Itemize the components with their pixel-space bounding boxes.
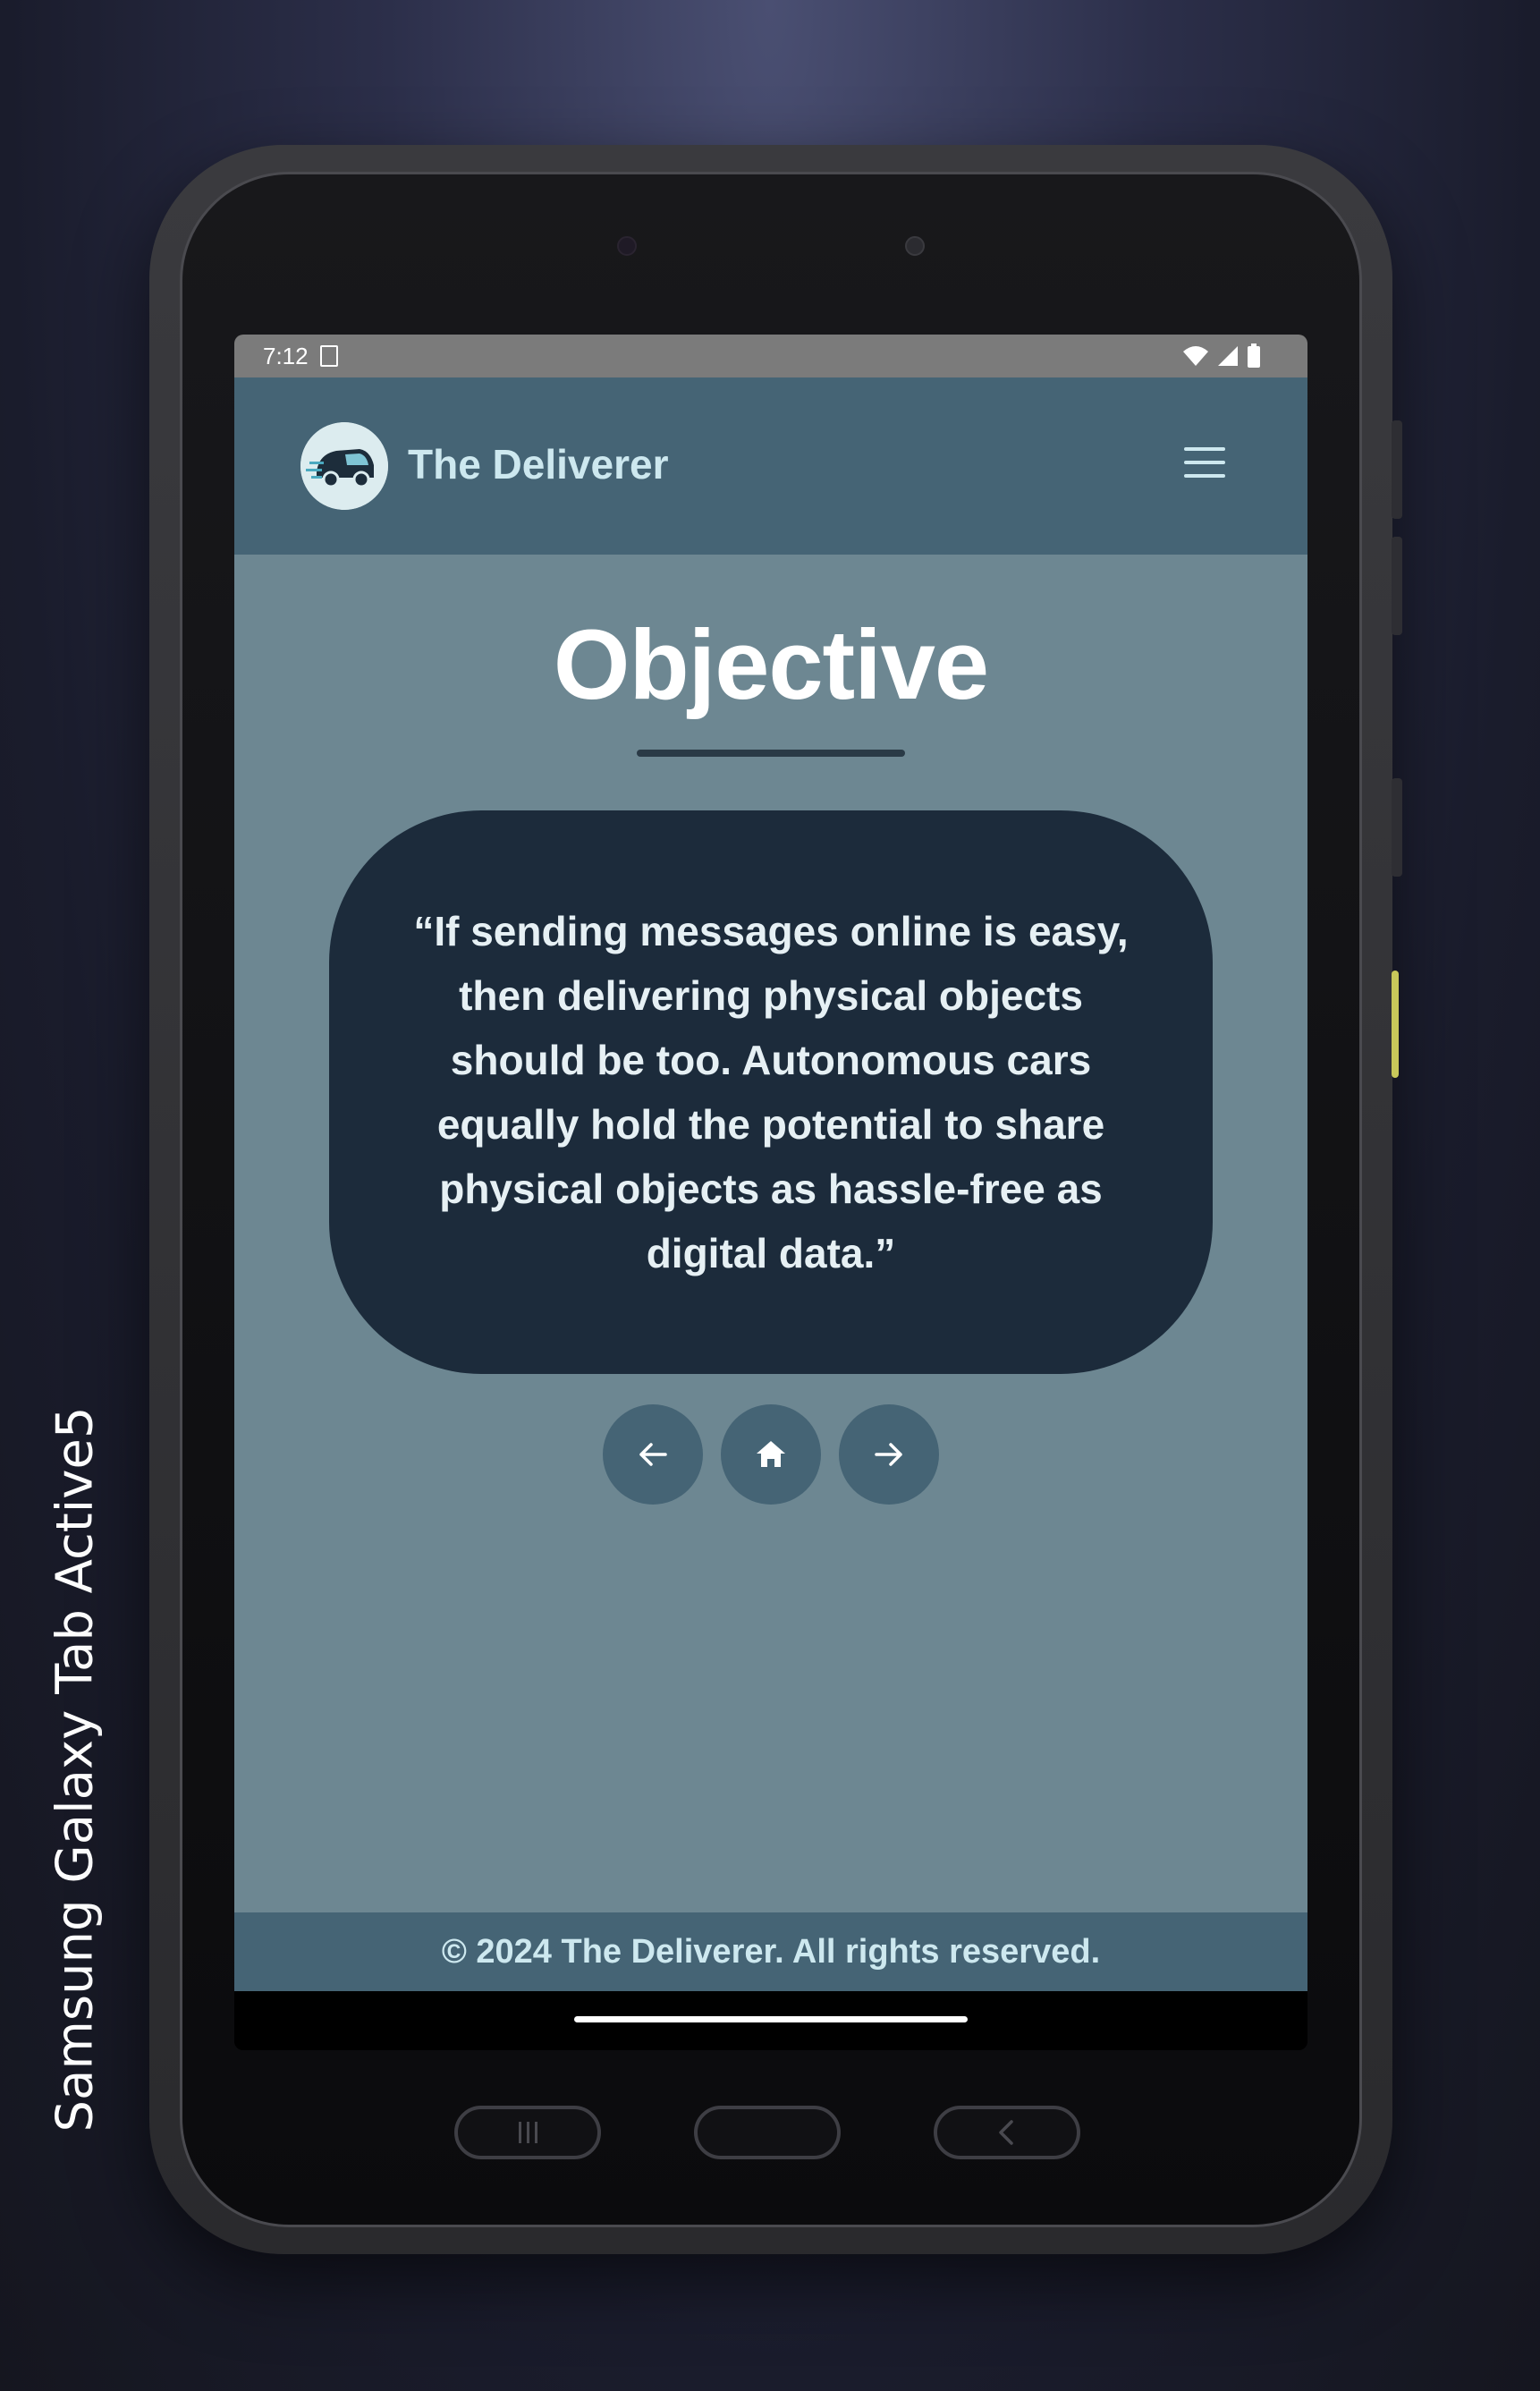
app-header: The Deliverer [234,377,1307,555]
recent-apps-icon [519,2122,537,2143]
signal-icon [1218,346,1238,366]
home-key[interactable] [694,2106,841,2159]
document-icon [320,345,338,367]
quote-text: “If sending messages online is easy, the… [413,908,1129,1276]
title-underline [637,750,905,757]
device-model-label: Samsung Galaxy Tab Active5 [46,1406,105,2132]
quote-card: “If sending messages online is easy, the… [329,810,1213,1374]
main-content: Objective “If sending messages online is… [234,555,1307,1912]
battery-icon [1248,343,1260,368]
side-button-upper[interactable] [1392,420,1402,519]
page-navigation [603,1404,939,1505]
status-icons [1182,343,1261,369]
page-title: Objective [553,610,989,720]
sensor-icon [617,236,637,256]
front-camera-icon [905,236,925,256]
status-time: 7:12 [263,343,309,369]
arrow-left-icon [639,1443,667,1466]
brand-name[interactable]: The Deliverer [408,440,668,488]
side-button-volume[interactable] [1392,537,1402,635]
wifi-icon [1183,346,1208,366]
footer: © 2024 The Deliverer. All rights reserve… [234,1912,1307,1991]
previous-button[interactable] [603,1404,703,1505]
gesture-handle[interactable] [574,2016,968,2022]
back-key[interactable] [934,2106,1080,2159]
back-icon [999,2120,1013,2145]
next-button[interactable] [839,1404,939,1505]
home-icon [757,1441,785,1467]
gesture-bar [234,1991,1307,2050]
home-button[interactable] [721,1404,821,1505]
copyright-text: © 2024 The Deliverer. All rights reserve… [441,1932,1101,1971]
arrow-right-icon [875,1443,902,1466]
delivery-van-icon[interactable] [300,422,388,510]
side-button-power[interactable] [1392,778,1402,877]
hamburger-menu-icon[interactable] [1184,447,1225,479]
recent-apps-key[interactable] [454,2106,601,2159]
status-bar: 7:12 [234,335,1307,377]
side-button-active-key[interactable] [1392,971,1399,1078]
screen: 7:12 The Deliverer Objective “If sending… [234,335,1307,2050]
